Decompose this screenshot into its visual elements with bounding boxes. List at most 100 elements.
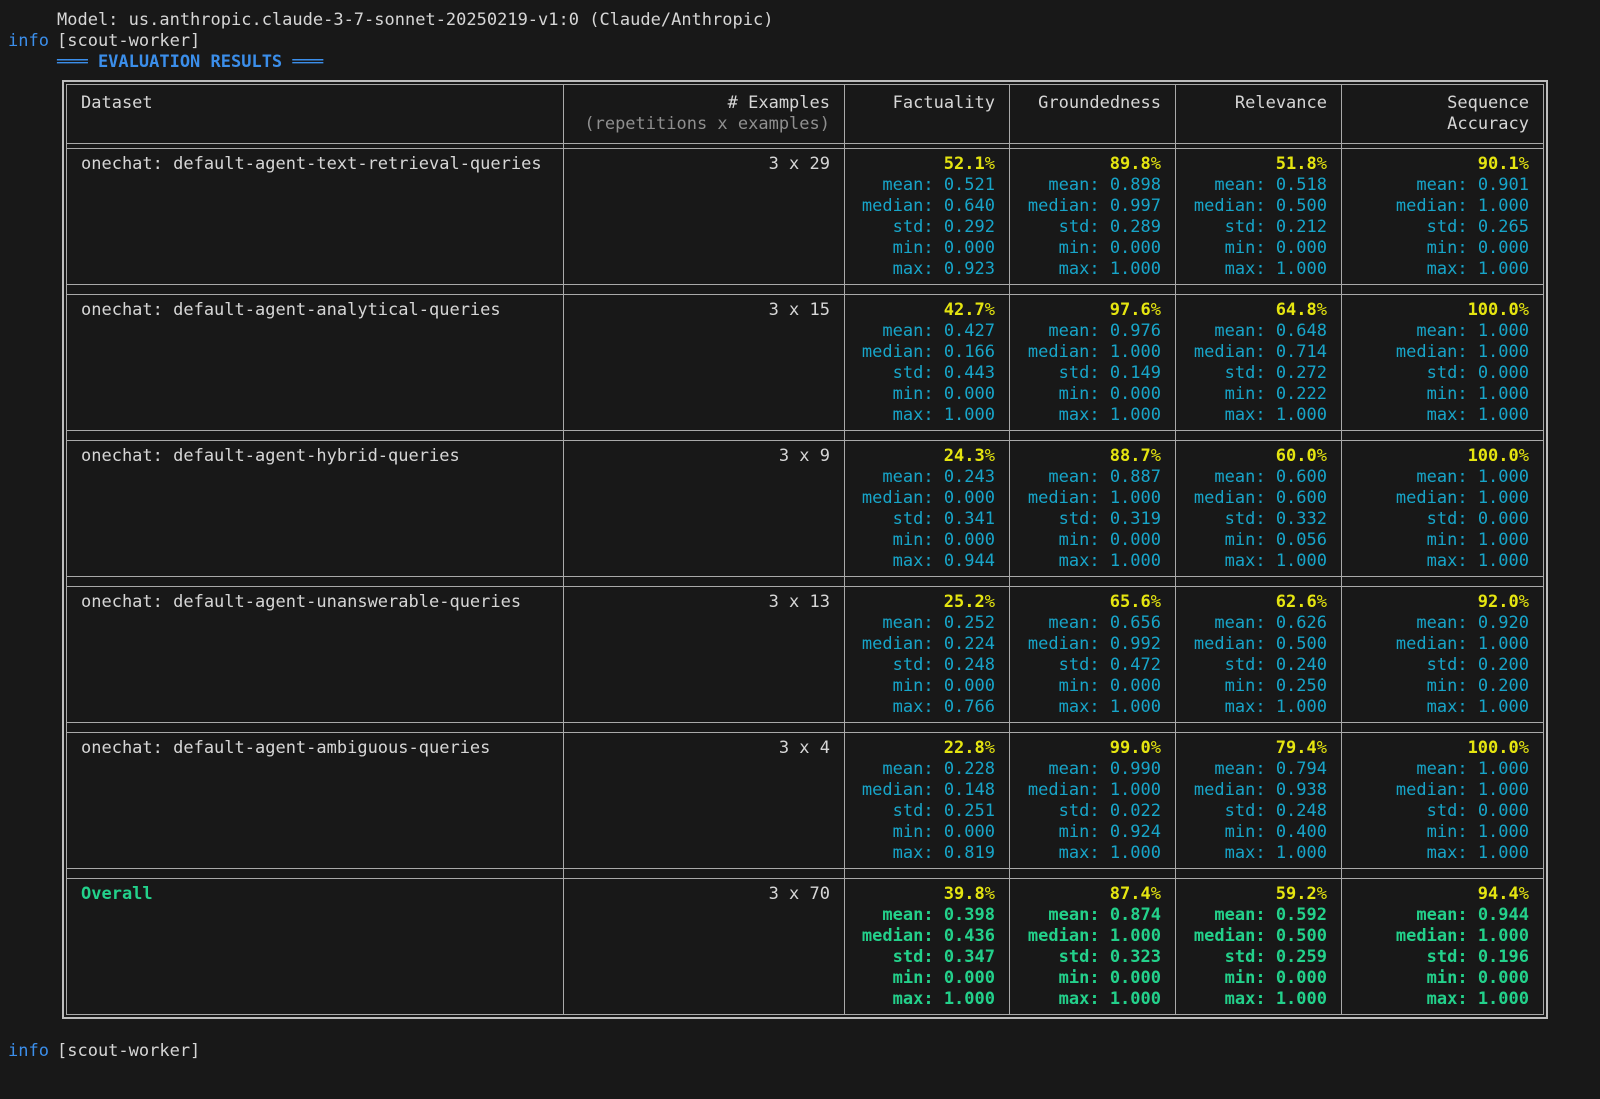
row-separator-gap bbox=[67, 577, 1544, 587]
stat-mean-line: mean: 0.521 bbox=[859, 175, 995, 196]
stat-median-line: median: 1.000 bbox=[1356, 342, 1529, 363]
metric-cell-groundedness: 89.8% mean: 0.898 median: 0.997 std: 0.2… bbox=[1010, 149, 1176, 285]
percent-sign: % bbox=[985, 592, 995, 612]
stat-mean-line: mean: 0.874 bbox=[1024, 905, 1161, 926]
percent-value: 89.8 bbox=[1110, 154, 1151, 174]
stat-median-line: median: 0.166 bbox=[859, 342, 995, 363]
stat-max-line: max: 1.000 bbox=[1024, 551, 1161, 572]
percent-line: 90.1% bbox=[1356, 154, 1529, 175]
stat-median-line: median: 1.000 bbox=[1356, 488, 1529, 509]
percent-sign: % bbox=[1519, 300, 1529, 320]
log-line-worker: info [scout-worker] bbox=[8, 31, 1600, 52]
metric-cell-groundedness: 65.6% mean: 0.656 median: 0.992 std: 0.4… bbox=[1010, 587, 1176, 723]
dataset-row: onechat: default-agent-ambiguous-queries… bbox=[67, 733, 1544, 869]
percent-sign: % bbox=[985, 446, 995, 466]
percent-value: 92.0 bbox=[1478, 592, 1519, 612]
stat-median-line: median: 1.000 bbox=[1356, 196, 1529, 217]
percent-value: 87.4 bbox=[1110, 884, 1151, 904]
stat-std-line: std: 0.022 bbox=[1024, 801, 1161, 822]
stat-min-line: min: 0.000 bbox=[1024, 676, 1161, 697]
stat-std-line: std: 0.332 bbox=[1190, 509, 1327, 530]
stat-min-line: min: 0.000 bbox=[859, 822, 995, 843]
column-header-groundedness: Groundedness bbox=[1010, 85, 1176, 144]
stat-max-line: max: 1.000 bbox=[859, 989, 995, 1010]
dataset-row: onechat: default-agent-text-retrieval-qu… bbox=[67, 149, 1544, 285]
percent-line: 92.0% bbox=[1356, 592, 1529, 613]
worker-tag: [scout-worker] bbox=[57, 31, 200, 52]
stat-max-line: max: 0.819 bbox=[859, 843, 995, 864]
metric-cell-factuality: 39.8% mean: 0.398 median: 0.436 std: 0.3… bbox=[845, 879, 1010, 1015]
stat-min-line: min: 0.000 bbox=[859, 968, 995, 989]
metric-cell-groundedness: 97.6% mean: 0.976 median: 1.000 std: 0.1… bbox=[1010, 295, 1176, 431]
stat-max-line: max: 1.000 bbox=[1024, 405, 1161, 426]
stat-mean-line: mean: 1.000 bbox=[1356, 759, 1529, 780]
overall-label: Overall bbox=[81, 884, 153, 904]
examples-cell: 3 x 29 bbox=[564, 149, 845, 285]
percent-line: 22.8% bbox=[859, 738, 995, 759]
percent-value: 22.8 bbox=[944, 738, 985, 758]
stat-min-line: min: 0.000 bbox=[1190, 238, 1327, 259]
log-level-info: info bbox=[8, 1041, 57, 1062]
stat-mean-line: mean: 0.887 bbox=[1024, 467, 1161, 488]
percent-value: 42.7 bbox=[944, 300, 985, 320]
percent-value: 39.8 bbox=[944, 884, 985, 904]
stat-median-line: median: 0.224 bbox=[859, 634, 995, 655]
metric-cell-sequence-accuracy: 90.1% mean: 0.901 median: 1.000 std: 0.2… bbox=[1342, 149, 1544, 285]
dataset-name-cell: onechat: default-agent-unanswerable-quer… bbox=[67, 587, 564, 723]
percent-value: 52.1 bbox=[944, 154, 985, 174]
percent-line: 64.8% bbox=[1190, 300, 1327, 321]
stat-min-line: min: 0.924 bbox=[1024, 822, 1161, 843]
log-line-worker-footer: info [scout-worker] bbox=[8, 1041, 1600, 1062]
percent-sign: % bbox=[1519, 154, 1529, 174]
percent-line: 97.6% bbox=[1024, 300, 1161, 321]
stat-median-line: median: 0.938 bbox=[1190, 780, 1327, 801]
log-line-model: Model: us.anthropic.claude-3-7-sonnet-20… bbox=[8, 10, 1600, 31]
percent-sign: % bbox=[1519, 884, 1529, 904]
percent-value: 88.7 bbox=[1110, 446, 1151, 466]
percent-sign: % bbox=[1151, 154, 1161, 174]
percent-sign: % bbox=[1317, 884, 1327, 904]
percent-line: 100.0% bbox=[1356, 446, 1529, 467]
overall-row: Overall 3 x 70 39.8% mean: 0.398 median:… bbox=[67, 879, 1544, 1015]
stat-median-line: median: 0.436 bbox=[859, 926, 995, 947]
stat-max-line: max: 1.000 bbox=[1356, 697, 1529, 718]
stat-mean-line: mean: 0.898 bbox=[1024, 175, 1161, 196]
percent-sign: % bbox=[1519, 446, 1529, 466]
stat-mean-line: mean: 0.600 bbox=[1190, 467, 1327, 488]
percent-value: 100.0 bbox=[1468, 446, 1519, 466]
stat-min-line: min: 1.000 bbox=[1356, 384, 1529, 405]
stat-min-line: min: 0.000 bbox=[1024, 238, 1161, 259]
stat-min-line: min: 0.222 bbox=[1190, 384, 1327, 405]
column-header-factuality: Factuality bbox=[845, 85, 1010, 144]
stat-mean-line: mean: 0.243 bbox=[859, 467, 995, 488]
stat-std-line: std: 0.323 bbox=[1024, 947, 1161, 968]
column-header-dataset: Dataset bbox=[67, 85, 564, 144]
stat-std-line: std: 0.000 bbox=[1356, 509, 1529, 530]
dataset-name-cell: onechat: default-agent-hybrid-queries bbox=[67, 441, 564, 577]
stat-max-line: max: 1.000 bbox=[1024, 989, 1161, 1010]
examples-cell: 3 x 15 bbox=[564, 295, 845, 431]
stat-min-line: min: 0.000 bbox=[1024, 530, 1161, 551]
stat-max-line: max: 1.000 bbox=[1190, 405, 1327, 426]
percent-value: 65.6 bbox=[1110, 592, 1151, 612]
percent-sign: % bbox=[1317, 300, 1327, 320]
stat-std-line: std: 0.472 bbox=[1024, 655, 1161, 676]
row-separator-gap bbox=[67, 431, 1544, 441]
stat-mean-line: mean: 0.944 bbox=[1356, 905, 1529, 926]
percent-value: 62.6 bbox=[1276, 592, 1317, 612]
stat-mean-line: mean: 0.656 bbox=[1024, 613, 1161, 634]
metric-cell-relevance: 59.2% mean: 0.592 median: 0.500 std: 0.2… bbox=[1176, 879, 1342, 1015]
percent-sign: % bbox=[1151, 738, 1161, 758]
percent-line: 94.4% bbox=[1356, 884, 1529, 905]
stat-median-line: median: 1.000 bbox=[1024, 488, 1161, 509]
stat-median-line: median: 1.000 bbox=[1024, 926, 1161, 947]
stat-min-line: min: 0.000 bbox=[859, 676, 995, 697]
row-separator-gap bbox=[67, 723, 1544, 733]
evaluation-results-banner: ═══ EVALUATION RESULTS ═══ bbox=[57, 52, 323, 73]
dataset-row: onechat: default-agent-analytical-querie… bbox=[67, 295, 1544, 431]
percent-sign: % bbox=[1317, 154, 1327, 174]
log-level-spacer bbox=[8, 52, 57, 73]
metric-cell-sequence-accuracy: 100.0% mean: 1.000 median: 1.000 std: 0.… bbox=[1342, 295, 1544, 431]
stat-median-line: median: 0.640 bbox=[859, 196, 995, 217]
stat-max-line: max: 0.766 bbox=[859, 697, 995, 718]
